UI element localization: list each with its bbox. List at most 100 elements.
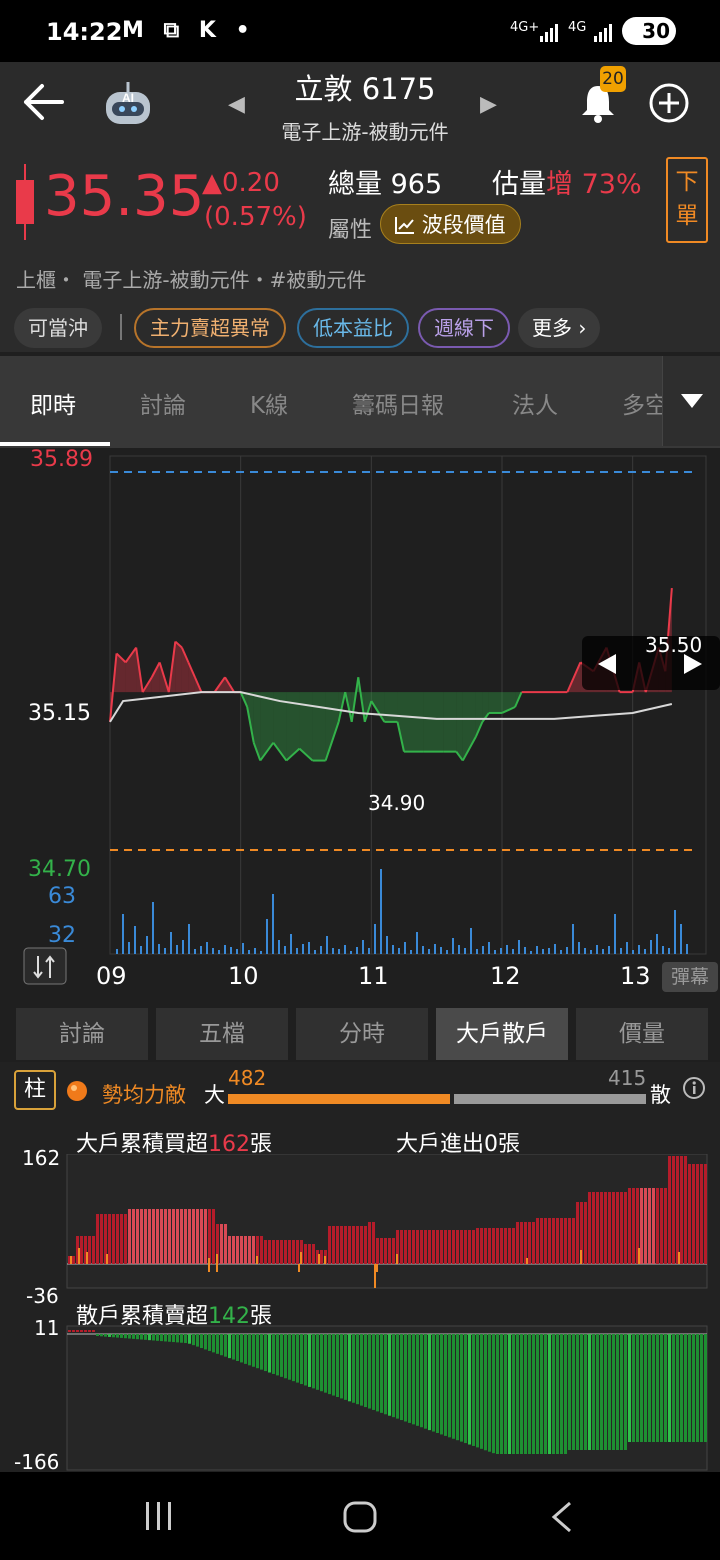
volume-bar <box>122 914 124 954</box>
small-bar <box>116 1334 119 1338</box>
big-bar <box>188 1209 191 1264</box>
small-bar <box>308 1334 311 1387</box>
tab-long-short[interactable]: 多空 <box>622 386 662 420</box>
subtab-order-book[interactable]: 五檔 <box>156 1008 288 1060</box>
small-bar <box>428 1334 431 1431</box>
big-bar <box>620 1192 623 1264</box>
chart-toggle-button[interactable] <box>23 947 67 985</box>
volume-bar <box>140 946 142 954</box>
small-bar <box>252 1334 255 1367</box>
back-nav-icon[interactable] <box>548 1500 576 1534</box>
subtab-price-volume[interactable]: 價量 <box>576 1008 708 1060</box>
recent-apps-icon[interactable] <box>142 1500 176 1532</box>
big-spike <box>526 1258 528 1264</box>
price-change-pct: (0.57%) <box>204 202 307 232</box>
big-bar <box>180 1209 183 1264</box>
price-fill-down <box>423 692 444 752</box>
chip-more[interactable]: 更多 › <box>518 308 601 348</box>
volume-bar <box>470 928 472 954</box>
chip-day-trade[interactable]: 可當沖 <box>14 308 102 348</box>
volume-bar <box>146 936 148 954</box>
volume-bar <box>626 942 628 954</box>
big-bar <box>416 1230 419 1264</box>
add-watchlist-icon[interactable] <box>648 82 690 124</box>
big-bar <box>524 1222 527 1264</box>
big-bar <box>612 1192 615 1264</box>
big-bar <box>560 1218 563 1264</box>
big-bar <box>572 1218 575 1264</box>
volume-bar <box>206 942 208 954</box>
small-bar <box>228 1334 231 1359</box>
small-bar <box>612 1334 615 1450</box>
chip-weekly-below[interactable]: 週線下 <box>418 308 510 348</box>
big-bar <box>700 1164 703 1264</box>
tab-discussion[interactable]: 討論 <box>140 386 186 420</box>
small-bar <box>372 1334 375 1410</box>
status-dot-icon <box>67 1081 87 1101</box>
big-bar <box>588 1192 591 1264</box>
tab-institutional[interactable]: 法人 <box>512 386 558 420</box>
prev-stock-icon[interactable]: ◀ <box>228 92 245 117</box>
subtab-big-small[interactable]: 大戶散戶 <box>436 1008 568 1060</box>
big-bar <box>264 1240 267 1264</box>
volume-bar <box>518 940 520 954</box>
big-ymin: -36 <box>26 1284 59 1308</box>
chip-main-force-sell[interactable]: 主力賣超異常 <box>134 308 286 348</box>
volume-bar <box>410 950 412 954</box>
ai-robot-icon[interactable]: AI <box>100 80 156 128</box>
attribute-label: 屬性 <box>328 218 373 243</box>
next-stock-icon[interactable]: ▶ <box>480 92 497 117</box>
big-bar <box>212 1209 215 1264</box>
small-bar <box>172 1334 175 1343</box>
small-bar <box>652 1334 655 1442</box>
big-bar <box>476 1228 479 1264</box>
place-order-button[interactable]: 下單 <box>666 157 708 243</box>
volume-bar <box>422 946 424 954</box>
small-bar <box>436 1334 439 1433</box>
big-bar <box>100 1214 103 1264</box>
big-bar <box>616 1192 619 1264</box>
tab-realtime[interactable]: 即時 <box>30 386 76 420</box>
big-bar <box>520 1222 523 1264</box>
subtab-discussion[interactable]: 討論 <box>16 1008 148 1060</box>
volume-bar <box>320 946 322 954</box>
main-tabs: 即時 討論 K線 籌碼日報 法人 多空 <box>0 356 720 448</box>
big-bar <box>120 1214 123 1264</box>
volume-bar <box>608 946 610 954</box>
big-neg-spike <box>298 1264 300 1272</box>
back-arrow-icon[interactable] <box>22 82 66 122</box>
volume-bar <box>170 932 172 954</box>
chip-low-pe[interactable]: 低本益比 <box>297 308 409 348</box>
big-bar <box>136 1209 139 1264</box>
category-line: 上櫃・ 電子上游-被動元件・#被動元件 <box>16 268 367 292</box>
big-bar <box>80 1236 83 1264</box>
price-fill-down <box>312 692 326 761</box>
volume-bar <box>338 949 340 954</box>
info-icon[interactable] <box>682 1076 706 1100</box>
total-volume-value: 965 <box>390 169 443 200</box>
intraday-chart[interactable]: 35.89 35.15 34.70 63 32 34.90 35.50 09 1… <box>0 448 720 994</box>
small-bar <box>144 1334 147 1340</box>
danmu-button[interactable]: 彈幕 <box>662 962 718 992</box>
small-bar <box>340 1334 343 1399</box>
x-tick-12: 12 <box>490 962 521 990</box>
home-icon[interactable] <box>342 1500 378 1534</box>
ratio-bar-divider <box>450 1092 455 1106</box>
volume-bars <box>116 869 688 954</box>
small-bar <box>344 1334 347 1400</box>
subtab-ticks[interactable]: 分時 <box>296 1008 428 1060</box>
volume-bar <box>662 946 664 954</box>
big-bar <box>412 1230 415 1264</box>
bar-mode-button[interactable]: 柱 <box>14 1070 56 1110</box>
wave-value-button[interactable]: 波段價值 <box>380 204 521 244</box>
big-bar <box>440 1230 443 1264</box>
tabs-dropdown[interactable] <box>662 356 720 446</box>
small-bar <box>92 1330 95 1332</box>
tab-chip-daily[interactable]: 籌碼日報 <box>352 386 444 420</box>
big-bar <box>460 1230 463 1264</box>
big-bar <box>532 1222 535 1264</box>
tab-kline[interactable]: K線 <box>250 386 288 420</box>
volume-bar <box>560 950 562 954</box>
big-neg-spike <box>216 1264 218 1272</box>
big-bar <box>380 1238 383 1264</box>
